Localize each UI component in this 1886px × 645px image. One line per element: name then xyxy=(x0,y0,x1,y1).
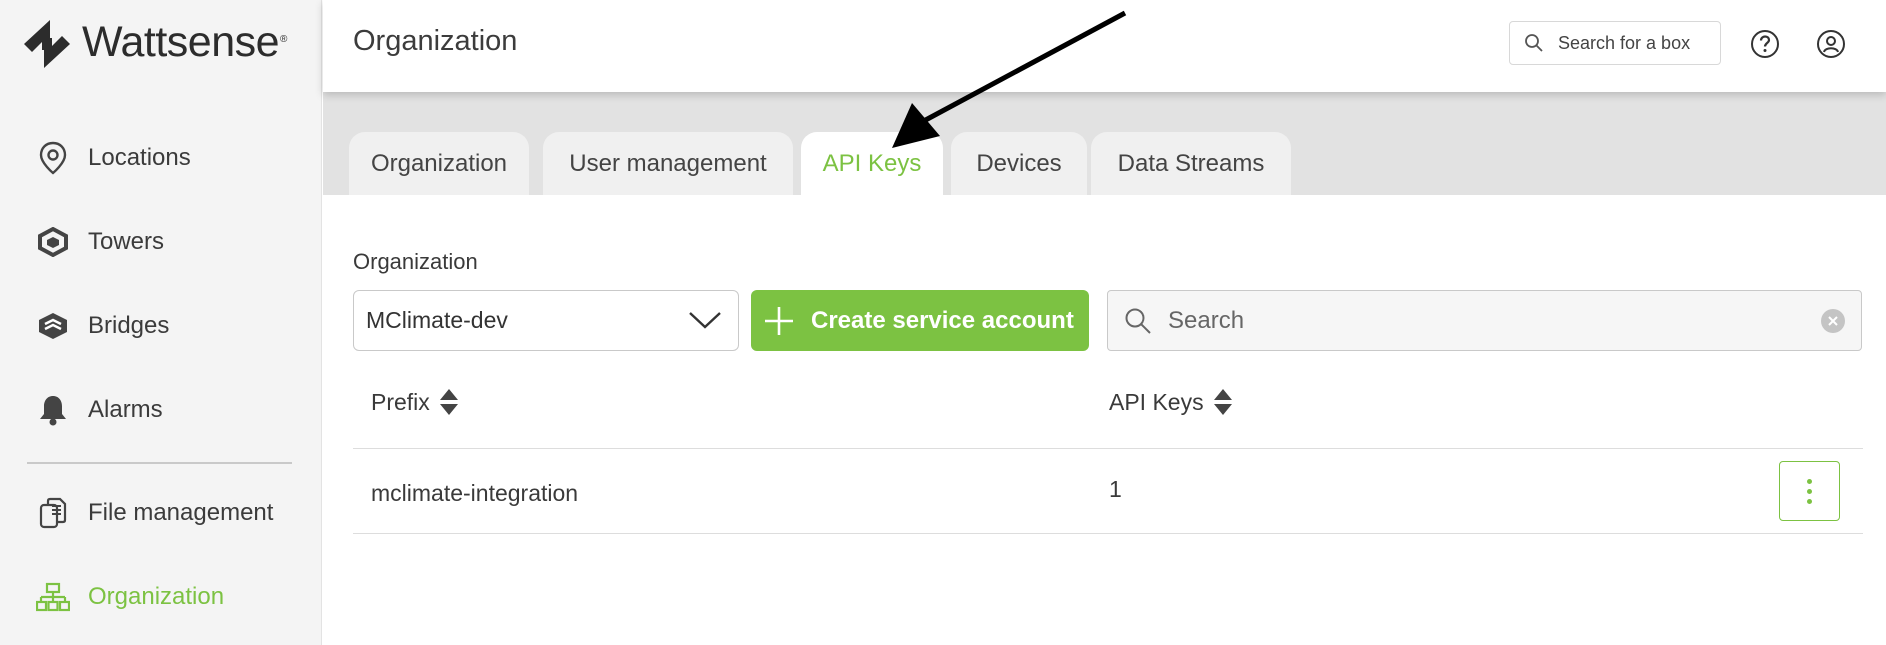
organization-select-value: MClimate-dev xyxy=(366,307,508,333)
box-search-input[interactable]: Search for a box xyxy=(1509,21,1721,65)
tab-user-management[interactable]: User management xyxy=(543,132,793,195)
sidebar-item-label: File management xyxy=(88,499,274,526)
bridges-icon xyxy=(36,308,70,344)
main-content: Organization MClimate-dev Create service… xyxy=(323,195,1886,645)
column-header-api-keys[interactable]: API Keys xyxy=(1109,387,1234,417)
page-title: Organization xyxy=(353,25,518,57)
sidebar-divider xyxy=(27,462,292,464)
create-service-account-label: Create service account xyxy=(811,306,1074,334)
tab-label: User management xyxy=(569,149,767,177)
sidebar-item-organization[interactable]: Organization xyxy=(36,577,224,617)
sidebar-item-locations[interactable]: Locations xyxy=(36,138,191,178)
organization-select[interactable]: MClimate-dev xyxy=(353,290,739,351)
sidebar: Wattsense® Locations Towers Bridges Alar… xyxy=(0,0,322,645)
organization-label: Organization xyxy=(353,249,478,274)
brand-logo[interactable]: Wattsense® xyxy=(20,18,287,70)
sidebar-item-label: Bridges xyxy=(88,312,170,339)
more-dot xyxy=(1807,478,1812,484)
sidebar-item-towers[interactable]: Towers xyxy=(36,222,164,262)
cell-prefix: mclimate-integration xyxy=(371,480,579,506)
column-header-label: Prefix xyxy=(371,388,430,415)
table-row-divider xyxy=(353,533,1863,534)
files-icon xyxy=(36,495,70,531)
tab-label: Organization xyxy=(370,149,508,177)
sidebar-item-label: Organization xyxy=(88,583,225,610)
sidebar-item-file-management[interactable]: File management xyxy=(36,493,273,533)
brand-name: Wattsense® xyxy=(82,17,287,66)
row-actions-button[interactable] xyxy=(1779,461,1840,521)
create-service-account-button[interactable]: Create service account xyxy=(751,290,1089,351)
sort-icon xyxy=(1212,387,1234,417)
location-pin-icon xyxy=(36,140,70,176)
bell-icon xyxy=(36,392,70,428)
more-dot xyxy=(1807,488,1812,494)
sidebar-item-bridges[interactable]: Bridges xyxy=(36,306,169,346)
plus-icon xyxy=(763,305,795,337)
org-chart-icon xyxy=(36,579,70,615)
search-icon xyxy=(1524,33,1544,53)
towers-icon xyxy=(36,224,70,260)
search-input[interactable]: Search xyxy=(1107,290,1862,351)
chevron-down-icon xyxy=(688,307,722,339)
column-header-prefix[interactable]: Prefix xyxy=(371,387,460,417)
account-icon[interactable] xyxy=(1815,28,1847,60)
help-icon[interactable] xyxy=(1749,28,1781,60)
sidebar-item-label: Locations xyxy=(88,144,191,171)
box-search-placeholder: Search for a box xyxy=(1558,32,1691,53)
annotation-arrow-icon xyxy=(892,10,1127,148)
sidebar-item-label: Alarms xyxy=(88,396,163,423)
cell-api-keys: 1 xyxy=(1109,476,1122,502)
column-header-label: API Keys xyxy=(1109,388,1204,415)
tab-organization[interactable]: Organization xyxy=(349,132,529,195)
sort-icon xyxy=(438,387,460,417)
sidebar-item-alarms[interactable]: Alarms xyxy=(36,390,163,430)
clear-search-icon[interactable] xyxy=(1821,309,1845,333)
more-dot xyxy=(1807,498,1812,504)
search-icon xyxy=(1124,307,1152,335)
sidebar-item-label: Towers xyxy=(88,228,165,255)
table-header-divider xyxy=(353,448,1863,449)
wattsense-logo-icon xyxy=(24,20,70,68)
search-placeholder: Search xyxy=(1168,306,1245,334)
